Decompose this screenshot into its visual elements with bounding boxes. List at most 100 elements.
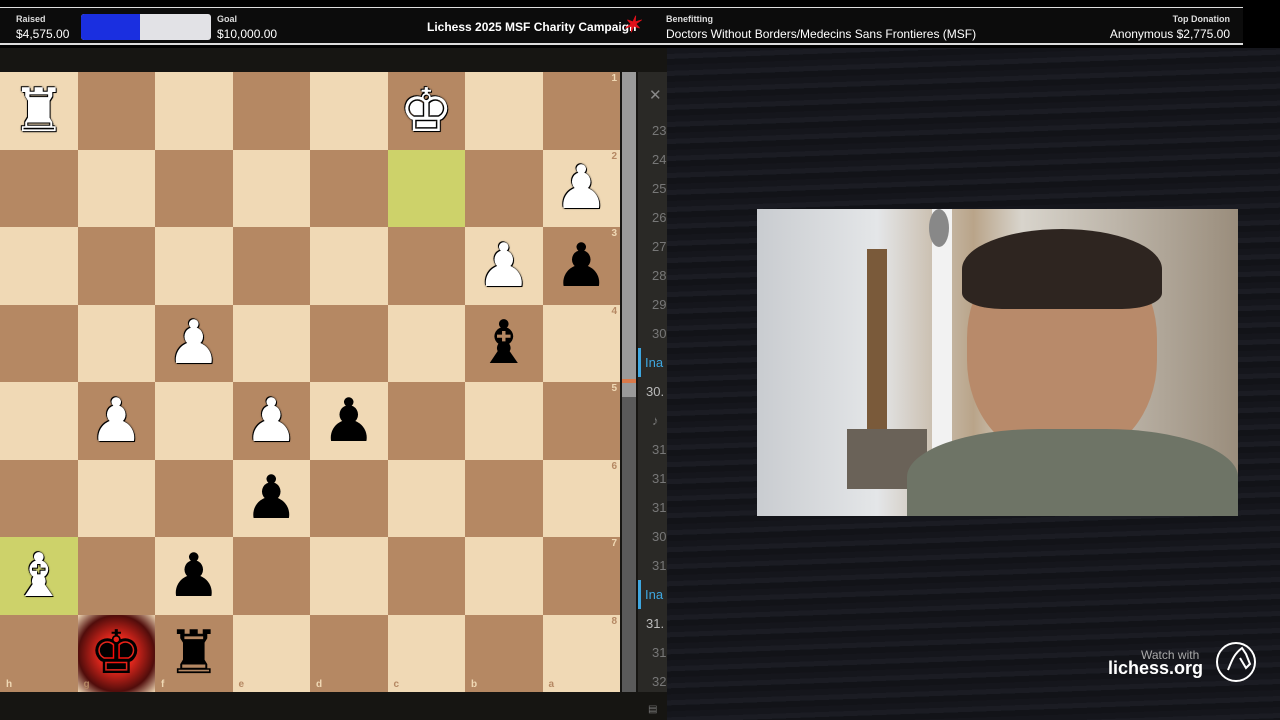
square-f3[interactable] (155, 227, 233, 305)
square-h5[interactable] (0, 382, 78, 460)
square-f1[interactable] (155, 72, 233, 150)
square-a7[interactable]: 7 (542, 537, 620, 615)
square-g6[interactable] (77, 459, 155, 537)
square-d6[interactable] (310, 459, 388, 537)
black-piece-f8[interactable]: ♜ (167, 623, 221, 683)
move-list[interactable]: ✕ 23 24 25 26 27 28 29 30 Ina 30. ♪ 31 31 31 30 31 Ina 31… (638, 72, 667, 692)
square-b1[interactable] (465, 72, 543, 150)
square-a1[interactable]: 1 (542, 72, 620, 150)
move-entry[interactable]: 29 (638, 290, 667, 319)
white-piece-c1[interactable]: ♚ (399, 80, 453, 141)
square-d3[interactable] (310, 227, 388, 305)
keyboard-icon[interactable]: ▤ (648, 704, 657, 715)
square-d7[interactable] (310, 537, 388, 615)
square-g8[interactable]: ♚ g (77, 614, 155, 692)
white-piece-a2[interactable]: ♟ (554, 158, 608, 218)
square-c3[interactable] (387, 227, 465, 305)
move-entry[interactable]: 31 (638, 493, 667, 522)
move-entry[interactable]: 30 (638, 319, 667, 348)
square-c5[interactable] (387, 382, 465, 460)
board-scrollbar[interactable] (622, 72, 636, 692)
square-e2[interactable] (232, 149, 310, 227)
square-g7[interactable] (77, 537, 155, 615)
white-piece-f4[interactable]: ♟ (167, 313, 221, 373)
square-f4[interactable]: ♟ (155, 304, 233, 382)
square-b6[interactable] (465, 459, 543, 537)
move-entry[interactable]: 31 (638, 638, 667, 667)
square-g4[interactable] (77, 304, 155, 382)
square-b4[interactable]: ♝ (465, 304, 543, 382)
square-a6[interactable]: 6 (542, 459, 620, 537)
inaccuracy-annotation[interactable]: Ina (638, 580, 667, 609)
inaccuracy-annotation[interactable]: Ina (638, 348, 667, 377)
square-h4[interactable] (0, 304, 78, 382)
black-piece-d5[interactable]: ♟ (322, 390, 376, 451)
white-piece-g5[interactable]: ♟ (89, 390, 143, 451)
black-piece-f7[interactable]: ♟ (167, 545, 221, 606)
move-entry[interactable]: 23 (638, 116, 667, 145)
move-entry[interactable]: 31 (638, 551, 667, 580)
square-b5[interactable] (465, 382, 543, 460)
square-a4[interactable]: 4 (542, 304, 620, 382)
move-entry[interactable]: 25 (638, 174, 667, 203)
square-h7[interactable]: ♝ (0, 537, 78, 615)
square-d1[interactable] (310, 72, 388, 150)
close-icon[interactable]: ✕ (638, 72, 667, 116)
black-piece-e6[interactable]: ♟ (244, 468, 298, 528)
white-piece-h1[interactable]: ♜ (12, 80, 66, 141)
square-e6[interactable]: ♟ (232, 459, 310, 537)
square-h1[interactable]: ♜ (0, 72, 78, 150)
move-entry[interactable]: 30. (638, 377, 667, 406)
square-d4[interactable] (310, 304, 388, 382)
square-c1[interactable]: ♚ (387, 72, 465, 150)
square-h6[interactable] (0, 459, 78, 537)
square-a5[interactable]: 5 (542, 382, 620, 460)
move-entry[interactable]: 31 (638, 464, 667, 493)
scrollbar-thumb[interactable] (622, 72, 636, 397)
move-entry[interactable]: 28 (638, 261, 667, 290)
square-g2[interactable] (77, 149, 155, 227)
square-b8[interactable]: b (465, 614, 543, 692)
square-d8[interactable]: d (310, 614, 388, 692)
square-b7[interactable] (465, 537, 543, 615)
square-a2[interactable]: ♟ 2 (542, 149, 620, 227)
move-entry[interactable]: 31 (638, 435, 667, 464)
square-f2[interactable] (155, 149, 233, 227)
square-h8[interactable]: h (0, 614, 78, 692)
square-g1[interactable] (77, 72, 155, 150)
square-g5[interactable]: ♟ (77, 382, 155, 460)
square-c8[interactable]: c (387, 614, 465, 692)
move-entry[interactable]: 27 (638, 232, 667, 261)
square-f6[interactable] (155, 459, 233, 537)
white-piece-b3[interactable]: ♟ (477, 235, 531, 296)
square-e1[interactable] (232, 72, 310, 150)
move-entry[interactable]: 31. (638, 609, 667, 638)
black-piece-b4[interactable]: ♝ (477, 313, 531, 373)
move-entry[interactable]: 26 (638, 203, 667, 232)
square-f7[interactable]: ♟ (155, 537, 233, 615)
move-entry[interactable]: 32 (638, 667, 667, 692)
square-c7[interactable] (387, 537, 465, 615)
square-g3[interactable] (77, 227, 155, 305)
square-d5[interactable]: ♟ (310, 382, 388, 460)
square-e8[interactable]: e (232, 614, 310, 692)
square-b3[interactable]: ♟ (465, 227, 543, 305)
move-entry[interactable]: 24 (638, 145, 667, 174)
square-e7[interactable] (232, 537, 310, 615)
square-h3[interactable] (0, 227, 78, 305)
square-a8[interactable]: 8a (542, 614, 620, 692)
move-entry[interactable]: ♪ (638, 406, 667, 435)
square-d2[interactable] (310, 149, 388, 227)
white-piece-h7[interactable]: ♝ (12, 545, 66, 606)
square-c4[interactable] (387, 304, 465, 382)
white-piece-e5[interactable]: ♟ (244, 390, 298, 451)
square-h2[interactable] (0, 149, 78, 227)
move-entry[interactable]: 30 (638, 522, 667, 551)
square-e3[interactable] (232, 227, 310, 305)
square-b2[interactable] (465, 149, 543, 227)
square-e4[interactable] (232, 304, 310, 382)
chess-board[interactable]: ♜ ♚ 1 ♟ 2 ♟ ♟ 3 ♟ ♝ 4 ♟ ♟ ♟ 5 ♟ 6 ♝ ♟ 7 h ♚ g ♜ f e d c b 8 a (0, 72, 620, 692)
square-e5[interactable]: ♟ (232, 382, 310, 460)
square-c2[interactable] (387, 149, 465, 227)
black-piece-g8[interactable]: ♚ (89, 623, 143, 683)
